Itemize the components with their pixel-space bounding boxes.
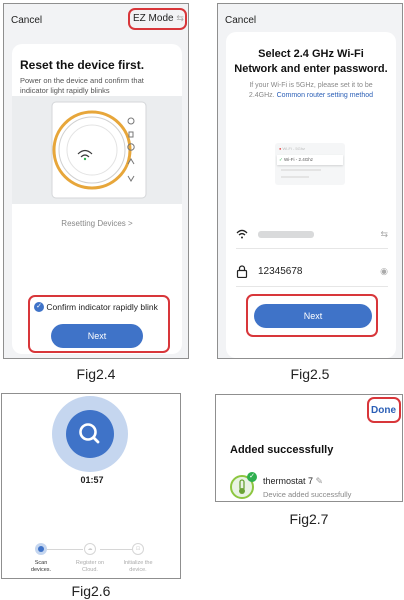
fig27-screen: Done Added successfully ✓ thermostat 7 ✎… — [215, 394, 403, 502]
fig24-caption: Fig2.4 — [76, 366, 116, 382]
fig24-screen: Cancel EZ Mode ⇆ Reset the device first.… — [3, 3, 189, 359]
cancel-button[interactable]: Cancel — [11, 15, 42, 26]
step-scan-label: Scan devices. — [30, 560, 52, 573]
step-register-label: Register on Cloud. — [75, 560, 105, 573]
thermostat-image — [51, 101, 147, 199]
scanning-inner-circle — [66, 410, 114, 458]
next-button[interactable]: Next — [254, 304, 372, 328]
page-title-line2: Network and enter password. — [234, 63, 388, 75]
step-initialize-label: Initialize the device. — [123, 560, 153, 573]
password-row[interactable]: 12345678 ◉ — [236, 265, 388, 287]
wifi-note-line1: If your Wi-Fi is 5GHz, please set it to … — [249, 82, 373, 89]
step-connector-2 — [100, 549, 136, 550]
router-setting-link[interactable]: Common router setting method — [277, 92, 374, 99]
countdown-timer: 01:57 — [80, 475, 104, 485]
chevron-right-icon: > — [128, 219, 133, 228]
search-icon — [79, 423, 100, 444]
fig25-top-bar: Cancel — [218, 4, 402, 32]
check-icon: ✓ — [34, 301, 44, 312]
ssid-blurred-value — [258, 231, 314, 238]
fig26-screen: 01:57 ☁ ⊡ Scan devices. Register on Cloud.… — [1, 393, 181, 579]
page-title: Reset the device first. — [20, 58, 145, 72]
switch-arrows-icon[interactable]: ⇆ — [380, 229, 388, 240]
scanning-indicator — [52, 396, 128, 472]
illus-row-blank2 — [281, 176, 309, 178]
wifi-note-line2: 2.4GHz. Common router setting method — [226, 92, 396, 99]
done-button[interactable]: Done — [371, 405, 396, 416]
device-status: Device added successfully — [263, 490, 352, 499]
cancel-button[interactable]: Cancel — [225, 15, 256, 26]
wifi-icon — [236, 229, 248, 242]
device-illustration — [12, 96, 182, 204]
fig26-caption: Fig2.6 — [71, 583, 111, 599]
confirm-label: Confirm indicator rapidly blink — [46, 301, 158, 312]
success-heading: Added successfully — [230, 444, 334, 456]
page-description: Power on the device and confirm that ind… — [20, 76, 144, 95]
wifi-list-illustration: ● Wi-Fi - 5Ghz ✓ Wi-Fi - 2.4Ghz — [275, 143, 345, 185]
lock-icon — [236, 265, 248, 283]
wifi-note-prefix: 2.4GHz. — [248, 92, 275, 99]
device-name-label: thermostat 7 — [263, 476, 314, 486]
fig25-screen: Cancel Select 2.4 GHz Wi-Fi Network and … — [217, 3, 403, 359]
device-avatar: ✓ — [230, 472, 257, 499]
device-name: thermostat 7 ✎ — [263, 476, 323, 487]
next-button[interactable]: Next — [51, 324, 143, 348]
step-register-dot: ☁ — [84, 543, 96, 555]
step-initialize-dot: ⊡ — [132, 543, 144, 555]
confirm-checkbox-row[interactable]: ✓ Confirm indicator rapidly blink — [34, 301, 158, 312]
ez-mode-button[interactable]: EZ Mode ⇆ — [133, 13, 184, 24]
resetting-devices-label: Resetting Devices — [61, 219, 126, 228]
step-connector-1 — [47, 549, 83, 550]
wifi-ssid-row[interactable]: ⇆ — [236, 227, 388, 249]
step-scan-dot — [35, 543, 47, 555]
password-field[interactable]: 12345678 — [258, 266, 303, 277]
edit-icon[interactable]: ✎ — [316, 476, 324, 486]
illus-row-5ghz: ● Wi-Fi - 5Ghz — [279, 146, 305, 151]
illus-row-blank1 — [281, 169, 321, 171]
switch-arrows-icon: ⇆ — [176, 13, 184, 23]
illus-row-24ghz: ✓ Wi-Fi - 2.4Ghz — [277, 155, 343, 165]
fig27-caption: Fig2.7 — [289, 511, 329, 527]
success-check-icon: ✓ — [247, 472, 257, 482]
fig25-caption: Fig2.5 — [290, 366, 330, 382]
ez-mode-label: EZ Mode — [133, 13, 174, 24]
page-title-line1: Select 2.4 GHz Wi-Fi — [258, 48, 364, 60]
eye-icon[interactable]: ◉ — [380, 266, 388, 277]
resetting-devices-link[interactable]: Resetting Devices > — [12, 219, 182, 228]
